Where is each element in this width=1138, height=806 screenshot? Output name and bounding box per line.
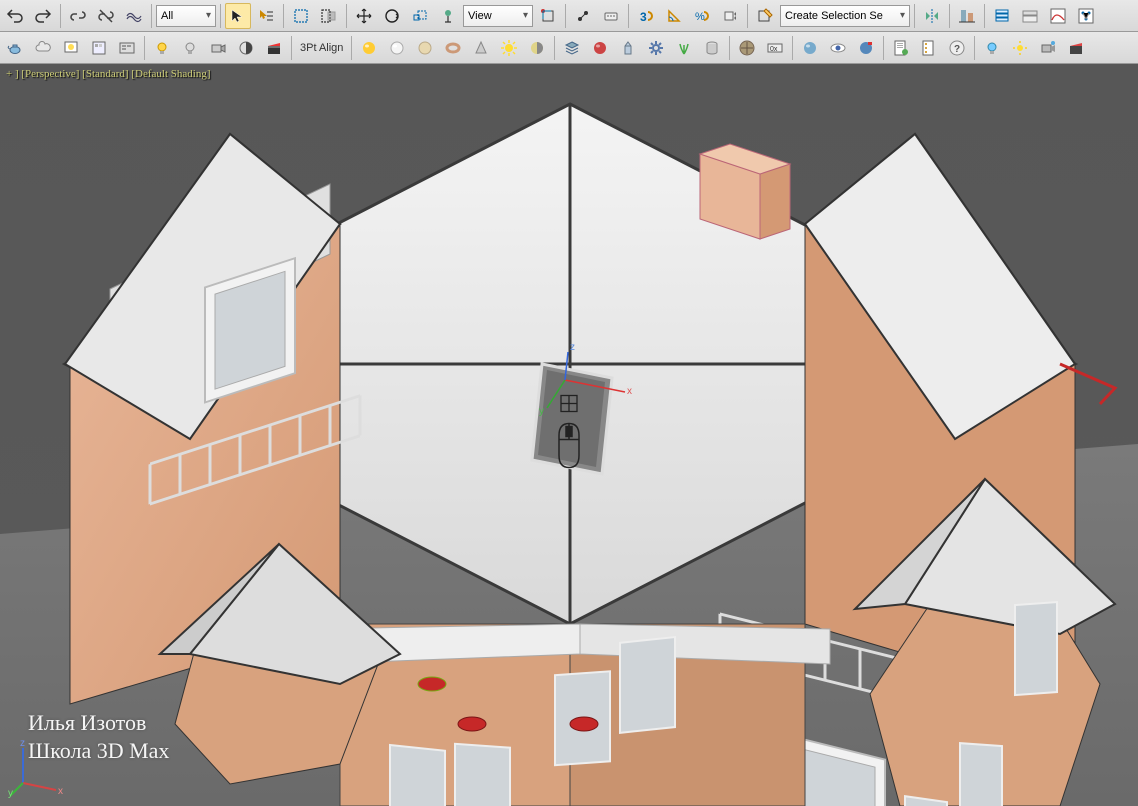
redo-button[interactable] [30,3,56,29]
align-button[interactable] [954,3,980,29]
render-setup-button[interactable] [58,35,84,61]
gear-icon[interactable] [643,35,669,61]
sphere-beige-icon[interactable] [412,35,438,61]
mirror-button[interactable] [919,3,945,29]
select-region-rect-button[interactable] [288,3,314,29]
sun2-icon[interactable] [1007,35,1033,61]
scale-button[interactable] [407,3,433,29]
teapot-icon[interactable] [2,35,28,61]
toggle-ribbon-button[interactable] [1017,3,1043,29]
select-by-name-button[interactable] [253,3,279,29]
svg-text:x: x [58,786,63,797]
use-pivot-center-button[interactable] [535,3,561,29]
3pt-align-label: 3Pt Align [296,42,347,54]
svg-text:z: z [570,342,575,353]
svg-text:x: x [627,386,632,397]
skylight-selected [532,364,612,474]
refcoord-dropdown[interactable]: View [463,5,533,27]
window-crossing-button[interactable] [316,3,342,29]
svg-text:z: z [20,738,25,749]
svg-text:3: 3 [640,10,647,24]
main-toolbar-2: 3Pt Align 0x ? [0,32,1138,64]
svg-text:?: ? [954,44,960,55]
schematic-view-button[interactable] [1073,3,1099,29]
sphere-yellow-icon[interactable] [356,35,382,61]
sphere-white-icon[interactable] [384,35,410,61]
camera-icon[interactable] [205,35,231,61]
placement-button[interactable] [435,3,461,29]
cloud-icon[interactable] [30,35,56,61]
eyeball-icon[interactable] [825,35,851,61]
snap-toggle-button[interactable]: 3 [633,3,659,29]
clapper2-icon[interactable] [1063,35,1089,61]
sphere-blue-icon[interactable] [797,35,823,61]
select-object-button[interactable] [225,3,251,29]
layer-explorer-button[interactable] [989,3,1015,29]
bulb-blue-icon[interactable] [979,35,1005,61]
properties-icon[interactable] [888,35,914,61]
layers-icon[interactable] [559,35,585,61]
viewport-menu-plus[interactable]: + [6,68,12,80]
main-toolbar-1: All View 3 % Create Selection Se [0,0,1138,32]
sphere-half-icon[interactable] [524,35,550,61]
sphere-red-icon[interactable] [587,35,613,61]
viewport-menu-perspective[interactable]: [Perspective] [21,68,79,80]
sphere-flag-icon[interactable] [853,35,879,61]
edit-named-sel-button[interactable] [752,3,778,29]
cone-icon[interactable] [468,35,494,61]
manipulate-button[interactable] [570,3,596,29]
help-icon[interactable]: ? [944,35,970,61]
render-button[interactable] [114,35,140,61]
viewport[interactable]: + ] [Perspective] [Standard] [Default Sh… [0,64,1138,806]
scene-3d-house: x y z [0,64,1138,806]
watermark-line1: Илья Изотов [28,709,169,738]
rotate-button[interactable] [379,3,405,29]
torus-icon[interactable] [440,35,466,61]
svg-text:y: y [8,788,13,798]
exposure-icon[interactable] [233,35,259,61]
plant-icon[interactable] [671,35,697,61]
viewport-menu-shading[interactable]: [Default Shading] [131,68,210,80]
clapperboard-icon[interactable] [261,35,287,61]
link-button[interactable] [65,3,91,29]
spinner-snap-button[interactable] [717,3,743,29]
light-off-icon[interactable] [177,35,203,61]
sun-icon[interactable] [496,35,522,61]
angle-snap-button[interactable] [661,3,687,29]
camera2-icon[interactable] [1035,35,1061,61]
bind-space-warp-button[interactable] [121,3,147,29]
viewport-menu-standard[interactable]: [Standard] [82,68,128,80]
selection-filter-dropdown[interactable]: All [156,5,216,27]
explorer-icon[interactable] [916,35,942,61]
percent-snap-button[interactable]: % [689,3,715,29]
viewport-axis-gizmo: z x y [8,738,68,798]
move-button[interactable] [351,3,377,29]
svg-text:0x: 0x [770,46,778,53]
cylinder-icon[interactable] [699,35,725,61]
keyboard-shortcut-button[interactable] [598,3,624,29]
curve-editor-button[interactable] [1045,3,1071,29]
tower-icon[interactable] [615,35,641,61]
undo-button[interactable] [2,3,28,29]
viewport-label[interactable]: + ] [Perspective] [Standard] [Default Sh… [6,68,210,80]
grid-brown-icon[interactable] [734,35,760,61]
rendered-frame-button[interactable] [86,35,112,61]
light-on-icon[interactable] [149,35,175,61]
hexcode-icon[interactable]: 0x [762,35,788,61]
svg-text:%: % [695,11,705,23]
named-selection-dropdown[interactable]: Create Selection Se [780,5,910,27]
svg-text:y: y [539,406,544,417]
unlink-button[interactable] [93,3,119,29]
